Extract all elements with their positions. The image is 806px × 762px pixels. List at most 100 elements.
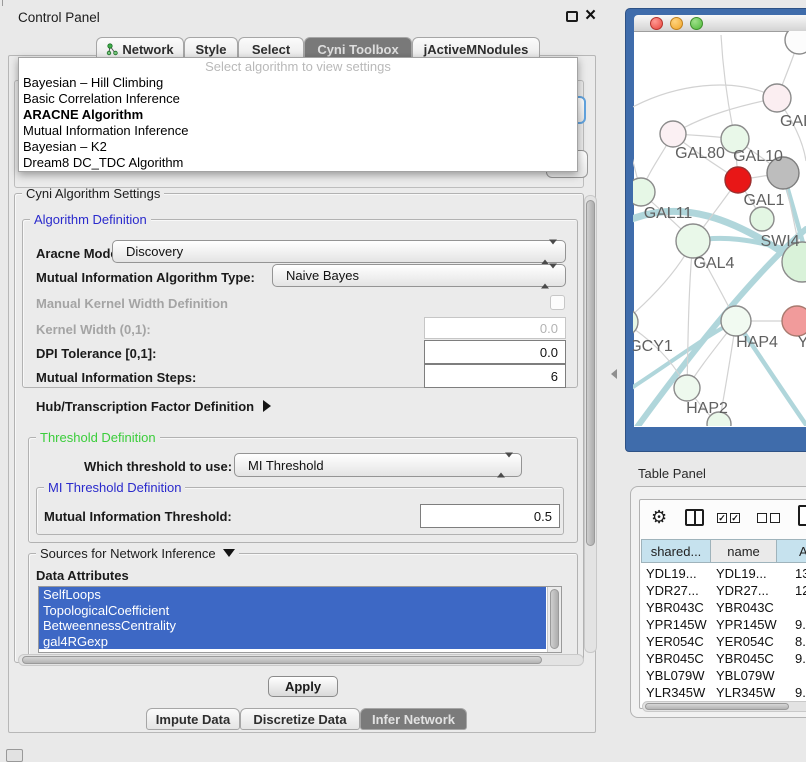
- manual-kernel-width-checkbox[interactable]: [550, 295, 565, 310]
- node-table: shared... name A YDL19... YDL19... 13 YD…: [641, 539, 806, 707]
- apply-button[interactable]: Apply: [268, 676, 338, 697]
- mi-steps-field[interactable]: 6: [424, 364, 566, 388]
- new-column-icon[interactable]: [798, 505, 806, 526]
- select-all-columns-icon[interactable]: ✓: [717, 513, 727, 523]
- which-threshold-combobox[interactable]: MI Threshold: [234, 453, 522, 477]
- mi-threshold-definition-title: MI Threshold Definition: [44, 480, 185, 495]
- aracne-mode-label: Aracne Mode:: [36, 246, 122, 261]
- kernel-width-field[interactable]: 0.0: [424, 317, 566, 339]
- combo-spinner-icon: [541, 244, 557, 259]
- settings-vertical-scrollbar-thumb[interactable]: [586, 200, 595, 546]
- combo-spinner-icon: [497, 458, 513, 473]
- table-panel-window: ⚙ ✓ ✓ shared... name A YDL19... YDL19...…: [630, 486, 806, 718]
- svg-text:Y: Y: [798, 334, 806, 351]
- table-horizontal-scrollbar-thumb[interactable]: [645, 703, 789, 710]
- algorithm-option-aracne[interactable]: ARACNE Algorithm: [19, 107, 577, 123]
- mi-steps-label: Mutual Information Steps:: [36, 370, 196, 385]
- which-threshold-label: Which threshold to use:: [84, 459, 232, 474]
- attribute-item-topologicalcoefficient[interactable]: TopologicalCoefficient: [39, 603, 546, 619]
- table-row[interactable]: YDR27... YDR27... 12: [641, 582, 806, 599]
- algorithm-option-basic-correlation[interactable]: Basic Correlation Inference: [19, 91, 577, 107]
- tab-network-label: Network: [122, 42, 173, 57]
- float-panel-icon[interactable]: [566, 11, 578, 22]
- algorithm-option-mutual-information[interactable]: Mutual Information Inference: [19, 123, 577, 139]
- network-node-hap4[interactable]: [721, 306, 751, 336]
- attributes-vertical-scrollbar-thumb[interactable]: [550, 589, 559, 649]
- deselect-all-columns-icon[interactable]: [770, 513, 780, 523]
- splitter-collapse-arrow[interactable]: [611, 369, 617, 379]
- cyni-algorithm-settings-title: Cyni Algorithm Settings: [22, 186, 164, 201]
- settings-vertical-scrollbar[interactable]: [584, 195, 597, 653]
- column-header-name[interactable]: name: [710, 539, 777, 563]
- network-node-gal4[interactable]: [676, 224, 710, 258]
- network-node-red-selected[interactable]: [725, 167, 751, 193]
- sources-group-title: Sources for Network Inference: [36, 546, 239, 561]
- table-row[interactable]: YER054C YER054C 8.: [641, 633, 806, 650]
- attributes-vertical-scrollbar[interactable]: [547, 587, 561, 652]
- tab-discretize-data[interactable]: Discretize Data: [240, 708, 360, 730]
- svg-text:GCY1: GCY1: [633, 338, 673, 355]
- table-row[interactable]: YDL19... YDL19... 13: [641, 565, 806, 582]
- tab-impute-data[interactable]: Impute Data: [146, 708, 240, 730]
- mi-algorithm-type-combobox[interactable]: Naive Bayes: [272, 264, 566, 287]
- network-node-gal11[interactable]: [633, 178, 655, 206]
- dpi-tolerance-label: DPI Tolerance [0,1]:: [36, 346, 156, 361]
- deselect-all-columns-icon[interactable]: [757, 513, 767, 523]
- attribute-item-gal4rgexp[interactable]: gal4RGexp: [39, 634, 546, 650]
- network-node-unlabeled-top[interactable]: [785, 31, 806, 54]
- close-panel-icon[interactable]: ×: [585, 9, 596, 23]
- network-node-hap2[interactable]: [674, 375, 700, 401]
- expand-arrow-icon[interactable]: [263, 400, 271, 412]
- algorithm-option-bayesian-k2[interactable]: Bayesian – K2: [19, 139, 577, 155]
- screen: Control Panel × Network Style Select Cyn…: [0, 0, 806, 762]
- control-panel-title: Control Panel: [18, 10, 100, 25]
- network-tab-icon: [106, 43, 119, 56]
- tab-infer-network[interactable]: Infer Network: [360, 708, 467, 730]
- network-window-titlebar[interactable]: [634, 15, 806, 32]
- attribute-item-selfloops[interactable]: SelfLoops: [39, 587, 546, 603]
- panel-grip-icon[interactable]: [6, 749, 23, 762]
- table-row[interactable]: YBR043C YBR043C: [641, 599, 806, 616]
- attribute-item-betweennesscentrality[interactable]: BetweennessCentrality: [39, 618, 546, 634]
- zoom-window-traffic-icon[interactable]: [690, 17, 703, 30]
- data-attributes-label: Data Attributes: [36, 568, 129, 583]
- settings-horizontal-scrollbar[interactable]: [18, 654, 584, 666]
- select-all-columns-icon[interactable]: ✓: [730, 513, 740, 523]
- network-node-gal-pink[interactable]: [763, 84, 791, 112]
- algorithm-popup-placeholder: Select algorithm to view settings: [19, 58, 577, 75]
- svg-text:GAL: GAL: [780, 113, 806, 130]
- hub-transcription-section-toggle[interactable]: Hub/Transcription Factor Definition: [36, 399, 271, 414]
- network-node-gal80[interactable]: [660, 121, 686, 147]
- table-row[interactable]: YPR145W YPR145W 9.: [641, 616, 806, 633]
- svg-text:GAL1: GAL1: [744, 192, 785, 209]
- mi-threshold-label: Mutual Information Threshold:: [44, 509, 232, 524]
- network-node-salmon[interactable]: [782, 306, 806, 336]
- threshold-definition-title: Threshold Definition: [36, 430, 160, 445]
- split-columns-icon[interactable]: [685, 509, 704, 526]
- network-node-swi4[interactable]: [750, 207, 774, 231]
- mi-algorithm-type-label: Mutual Information Algorithm Type:: [36, 270, 255, 285]
- svg-text:GAL4: GAL4: [694, 255, 735, 272]
- minimize-window-traffic-icon[interactable]: [670, 17, 683, 30]
- close-window-traffic-icon[interactable]: [650, 17, 663, 30]
- collapse-arrow-icon[interactable]: [223, 549, 235, 557]
- table-row[interactable]: YBR045C YBR045C 9.: [641, 650, 806, 667]
- table-row[interactable]: YBL079W YBL079W: [641, 667, 806, 684]
- mi-threshold-field[interactable]: 0.5: [420, 504, 560, 528]
- table-horizontal-scrollbar[interactable]: [642, 701, 806, 712]
- algorithm-select-popup: Select algorithm to view settings Bayesi…: [18, 57, 578, 172]
- algorithm-option-bayesian-hill-climbing[interactable]: Bayesian – Hill Climbing: [19, 75, 577, 91]
- network-nodes: [633, 31, 806, 426]
- column-header-third[interactable]: A: [776, 539, 806, 563]
- aracne-mode-combobox[interactable]: Discovery: [112, 240, 566, 263]
- table-row[interactable]: YLR345W YLR345W 9.: [641, 684, 806, 701]
- svg-text:GAL10: GAL10: [733, 148, 783, 165]
- settings-horizontal-scrollbar-thumb[interactable]: [22, 656, 542, 664]
- table-settings-gear-icon[interactable]: ⚙: [651, 507, 667, 528]
- network-canvas[interactable]: GAL GAL80 GAL10 GAL1 GAL11 SWI4 GAL4 GCY…: [633, 31, 806, 426]
- which-threshold-value: MI Threshold: [248, 458, 324, 473]
- dpi-tolerance-field[interactable]: 0.0: [424, 340, 566, 364]
- column-header-shared-name[interactable]: shared...: [641, 539, 711, 563]
- aracne-mode-value: Discovery: [126, 244, 183, 259]
- algorithm-option-dream8[interactable]: Dream8 DC_TDC Algorithm: [19, 155, 577, 171]
